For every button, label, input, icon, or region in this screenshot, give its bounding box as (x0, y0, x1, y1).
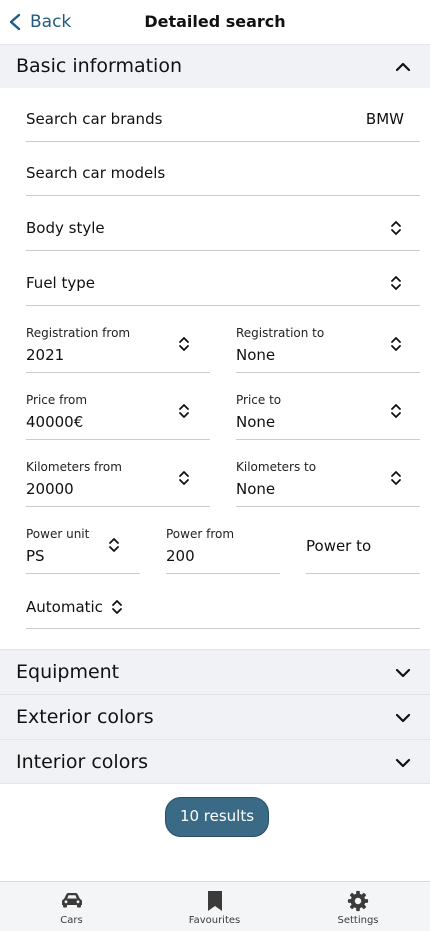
models-label: Search car models (26, 164, 166, 182)
power-from-field[interactable]: Power from 200 (166, 527, 280, 574)
section-title: Basic information (16, 55, 182, 77)
page-title: Detailed search (144, 12, 286, 31)
power-from-value: 200 (166, 547, 195, 565)
chevron-down-icon (395, 758, 411, 768)
power-unit-label: Power unit (26, 527, 90, 541)
app: Back Detailed search Basic information S… (0, 0, 430, 931)
km-from-select[interactable]: Kilometers from 20000 (26, 460, 210, 507)
section-title: Exterior colors (16, 706, 154, 728)
tab-favourites[interactable]: Favourites (143, 882, 286, 931)
registration-from-select[interactable]: Registration from 2021 (26, 326, 210, 373)
price-from-label: Price from (26, 393, 88, 407)
section-equipment[interactable]: Equipment (0, 649, 430, 694)
results-button[interactable]: 10 results (165, 797, 269, 837)
tab-label: Favourites (188, 915, 241, 926)
section-exterior-colors[interactable]: Exterior colors (0, 694, 430, 739)
fuel-type-label: Fuel type (26, 274, 95, 292)
fuel-type-select[interactable]: Fuel type (26, 251, 420, 306)
section-interior-colors[interactable]: Interior colors (0, 739, 430, 784)
transmission-value: Automatic (26, 598, 103, 616)
km-to-value: None (236, 480, 276, 498)
updown-chevron-icon (179, 337, 189, 351)
km-from-label: Kilometers from (26, 460, 122, 474)
updown-chevron-icon (391, 276, 401, 290)
section-title: Equipment (16, 661, 120, 683)
price-from-select[interactable]: Price from 40000€ (26, 393, 210, 440)
updown-chevron-icon (391, 404, 401, 418)
price-to-label: Price to (236, 393, 282, 407)
power-unit-select[interactable]: Power unit PS (26, 527, 140, 574)
models-row[interactable]: Search car models (26, 142, 420, 196)
chevron-up-icon (395, 62, 411, 72)
km-from-value: 20000 (26, 480, 74, 498)
brands-label: Search car brands (26, 110, 163, 128)
updown-chevron-icon (109, 538, 119, 552)
registration-from-value: 2021 (26, 346, 65, 364)
body-style-select[interactable]: Body style (26, 196, 420, 251)
tab-settings[interactable]: Settings (286, 882, 430, 931)
updown-chevron-icon (391, 337, 401, 351)
updown-chevron-icon (179, 404, 189, 418)
price-from-value: 40000€ (26, 413, 84, 431)
chevron-down-icon (395, 713, 411, 723)
power-unit-value: PS (26, 547, 45, 565)
power-to-placeholder: Power to (306, 537, 372, 555)
tab-label: Cars (60, 915, 83, 926)
section-basic-information[interactable]: Basic information (0, 44, 430, 88)
car-icon (61, 893, 82, 908)
tab-bar: Cars Favourites Settings (0, 881, 430, 931)
updown-chevron-icon (112, 600, 122, 614)
tab-label: Settings (337, 915, 379, 926)
price-to-select[interactable]: Price to None (236, 393, 420, 440)
body-style-label: Body style (26, 219, 105, 237)
updown-chevron-icon (391, 471, 401, 485)
chevron-down-icon (395, 668, 411, 678)
updown-chevron-icon (179, 471, 189, 485)
brands-value: BMW (365, 110, 404, 128)
bookmark-icon (207, 891, 222, 911)
registration-to-value: None (236, 346, 276, 364)
power-to-field[interactable]: Power to (306, 527, 420, 574)
navigation-header: Back Detailed search (0, 0, 430, 44)
section-title: Interior colors (16, 751, 149, 773)
registration-from-label: Registration from (26, 326, 131, 340)
registration-to-select[interactable]: Registration to None (236, 326, 420, 373)
updown-chevron-icon (391, 221, 401, 235)
price-to-value: None (236, 413, 276, 431)
registration-to-label: Registration to (236, 326, 325, 340)
power-from-label: Power from (166, 527, 235, 541)
km-to-label: Kilometers to (236, 460, 317, 474)
km-to-select[interactable]: Kilometers to None (236, 460, 420, 507)
brands-row[interactable]: Search car brands BMW (26, 88, 420, 142)
gear-icon (347, 890, 369, 912)
tab-cars[interactable]: Cars (0, 882, 143, 931)
transmission-select[interactable]: Automatic (26, 574, 420, 629)
